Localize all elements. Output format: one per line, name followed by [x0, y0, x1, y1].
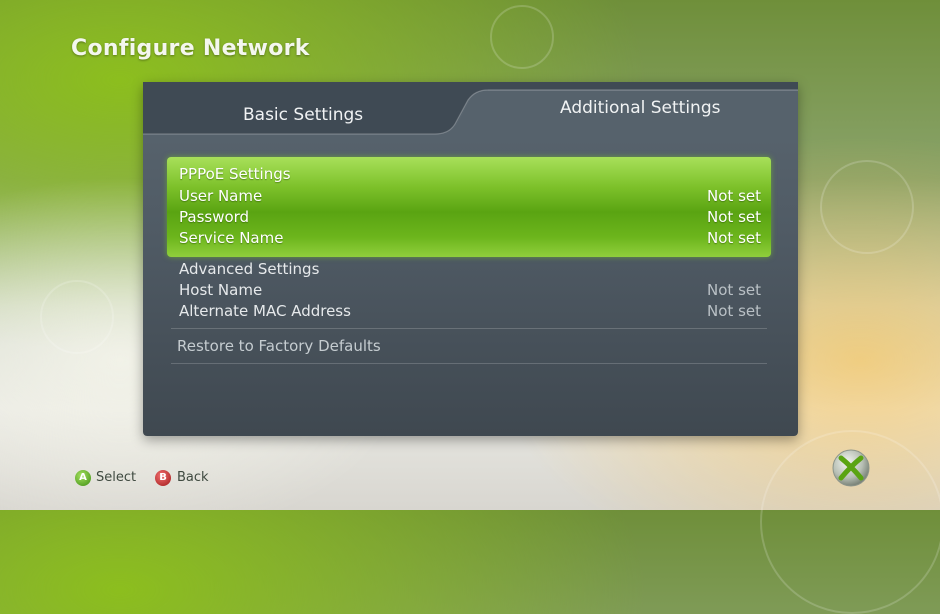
list-item-user-name: User Name Not set — [179, 187, 761, 208]
a-button-icon: A — [75, 470, 91, 486]
divider — [171, 328, 767, 329]
alternate-mac-value: Not set — [707, 302, 761, 320]
b-button-icon: B — [155, 470, 171, 486]
pppoe-header-label: PPPoE Settings — [179, 165, 291, 183]
service-name-value: Not set — [707, 229, 761, 247]
back-hint: Back — [177, 470, 209, 485]
password-value: Not set — [707, 208, 761, 226]
service-name-label: Service Name — [179, 229, 284, 247]
page-title: Configure Network — [71, 36, 310, 61]
tab-bar: Basic Settings Additional Settings — [143, 82, 798, 136]
list-item-password: Password Not set — [179, 208, 761, 229]
select-hint: Select — [96, 470, 137, 485]
pppoe-header: PPPoE Settings — [179, 165, 761, 186]
tab-additional-settings[interactable]: Additional Settings — [560, 98, 720, 118]
list-item-host-name: Host Name Not set — [179, 281, 761, 302]
settings-panel: Basic Settings Additional Settings PPPoE… — [143, 82, 798, 436]
user-name-value: Not set — [707, 187, 761, 205]
advanced-header-label: Advanced Settings — [179, 260, 320, 278]
xbox-logo-icon — [832, 449, 870, 487]
tab-basic-settings[interactable]: Basic Settings — [243, 105, 363, 125]
list-item-service-name: Service Name Not set — [179, 229, 761, 250]
host-name-value: Not set — [707, 281, 761, 299]
divider — [171, 363, 767, 364]
background-decoration — [40, 280, 114, 354]
list-item-alternate-mac: Alternate MAC Address Not set — [179, 302, 761, 323]
restore-factory-defaults-button[interactable]: Restore to Factory Defaults — [177, 337, 381, 355]
host-name-label: Host Name — [179, 281, 263, 299]
background-decoration — [490, 5, 554, 69]
advanced-settings-group[interactable]: Advanced Settings — [179, 260, 761, 281]
background-decoration — [820, 160, 914, 254]
user-name-label: User Name — [179, 187, 263, 205]
alternate-mac-label: Alternate MAC Address — [179, 302, 351, 320]
password-label: Password — [179, 208, 250, 226]
